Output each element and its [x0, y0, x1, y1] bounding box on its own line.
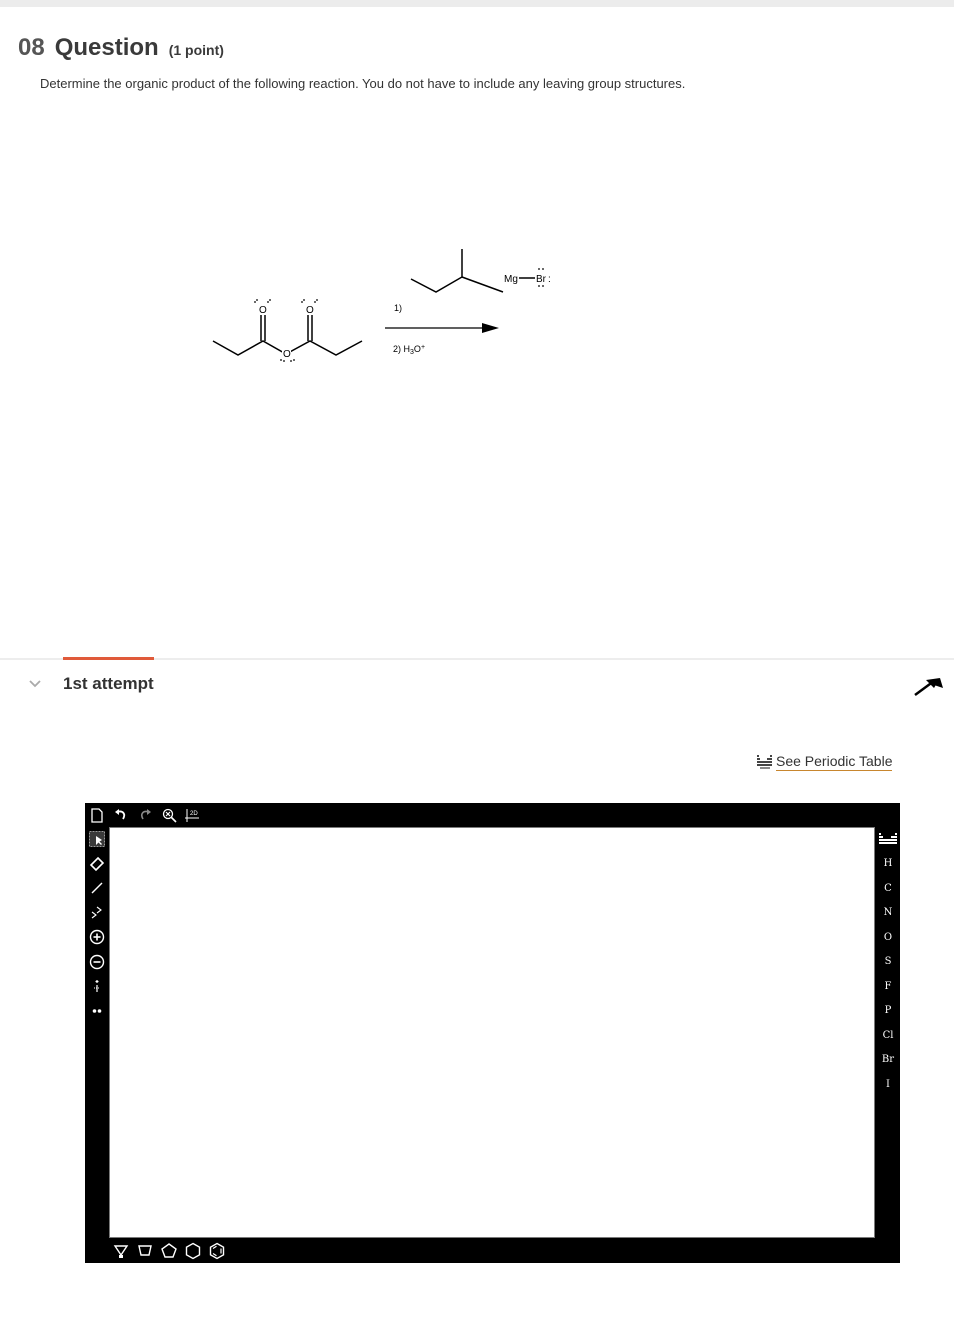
element-button-c[interactable]: C — [876, 876, 900, 901]
electron-arrow-icon[interactable] — [85, 974, 109, 999]
benzene-icon[interactable] — [205, 1239, 229, 1263]
single-bond-icon[interactable] — [85, 876, 109, 901]
2d-clean-icon[interactable]: 2D — [181, 803, 205, 827]
editor-left-toolbar — [85, 827, 109, 1023]
select-icon[interactable] — [85, 827, 109, 852]
element-button-h[interactable]: H — [876, 852, 900, 877]
collapse-arrow-icon[interactable] — [912, 672, 944, 703]
cyclobutane-icon[interactable] — [133, 1239, 157, 1263]
element-button-i[interactable]: I — [876, 1072, 900, 1097]
undo-icon[interactable] — [109, 803, 133, 827]
reaction-scheme: Mg Br : O O O 1) 2) H3O+ — [212, 249, 551, 362]
top-bar — [0, 0, 954, 7]
element-button-cl[interactable]: Cl — [876, 1023, 900, 1048]
negative-charge-icon[interactable] — [85, 950, 109, 975]
element-button-s[interactable]: S — [876, 950, 900, 975]
periodic-table-icon — [757, 755, 772, 769]
eraser-icon[interactable] — [85, 852, 109, 877]
element-list: H C N O S F P Cl Br I — [876, 852, 900, 1097]
positive-charge-icon[interactable] — [85, 925, 109, 950]
cyclohexane-icon[interactable] — [181, 1239, 205, 1263]
element-button-o[interactable]: O — [876, 925, 900, 950]
element-toolbar: H C N O S F P Cl Br I — [876, 827, 900, 1097]
element-button-n[interactable]: N — [876, 901, 900, 926]
zoom-icon[interactable] — [157, 803, 181, 827]
question-points: (1 point) — [168, 42, 224, 58]
2d-clean-label: 2D — [190, 811, 198, 817]
question-title: Question — [54, 34, 159, 61]
reaction-arrow — [385, 323, 499, 333]
ether-oxygen: O — [283, 349, 291, 360]
cyclopentane-icon[interactable] — [157, 1239, 181, 1263]
step-1-label: 1) — [394, 303, 402, 313]
periodic-table-link-text[interactable]: See Periodic Table — [776, 753, 893, 771]
redo-icon[interactable] — [133, 803, 157, 827]
element-button-br[interactable]: Br — [876, 1048, 900, 1073]
question-number: 08 — [18, 34, 45, 61]
anhydride-structure: O O O — [212, 299, 363, 362]
periodic-table-icon[interactable] — [876, 827, 900, 852]
carbonyl-oxygen-right: O — [306, 305, 314, 316]
magnesium-label: Mg — [504, 274, 518, 285]
editor-ring-toolbar — [109, 1239, 229, 1263]
attempt-label[interactable]: 1st attempt — [63, 674, 154, 694]
question-header: 08 Question (1 point) — [18, 34, 224, 62]
new-document-icon[interactable] — [85, 803, 109, 827]
carbonyl-oxygen-left: O — [259, 305, 267, 316]
drawing-canvas[interactable] — [109, 827, 875, 1238]
lone-pair-icon[interactable] — [85, 999, 109, 1024]
element-button-f[interactable]: F — [876, 974, 900, 999]
step-2-label: 2) H3O+ — [393, 344, 425, 356]
element-button-p[interactable]: P — [876, 999, 900, 1024]
chevron-down-icon[interactable] — [29, 675, 41, 691]
editor-top-toolbar: 2D — [85, 803, 205, 827]
bromine-lone-pair-right: : — [548, 274, 551, 285]
bromine-label: Br — [536, 274, 547, 285]
grignard-reagent: Mg Br : — [410, 249, 551, 293]
cyclopropane-icon[interactable] — [109, 1239, 133, 1263]
see-periodic-table-link[interactable]: See Periodic Table — [757, 753, 893, 771]
attempt-tab-indicator — [63, 657, 154, 660]
molecule-editor: 2D H C N O S F P Cl Br I — [85, 803, 900, 1263]
question-prompt: Determine the organic product of the fol… — [40, 76, 686, 91]
chain-icon[interactable] — [85, 901, 109, 926]
